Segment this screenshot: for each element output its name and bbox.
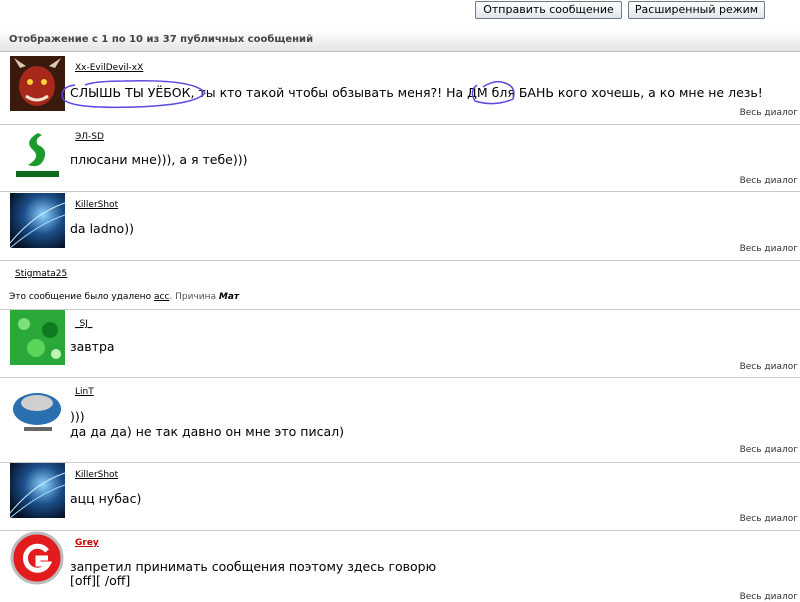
- author-link[interactable]: Grey: [75, 538, 99, 548]
- author-link[interactable]: KillerShot: [75, 200, 118, 210]
- message-row: LinT ))) да да да) не так давно он мне э…: [0, 378, 800, 463]
- author-link[interactable]: ЭЛ-SD: [75, 132, 104, 142]
- author-link[interactable]: LinT: [75, 387, 94, 397]
- advanced-mode-button[interactable]: Расширенный режим: [628, 1, 765, 19]
- message-row: _SJ_ завтра Весь диалог: [0, 310, 800, 378]
- message-text-line2: да да да) не так давно он мне это писал): [70, 424, 344, 439]
- full-dialog-link[interactable]: Весь диалог: [740, 176, 798, 186]
- message-text: завтра: [70, 339, 115, 354]
- author-link[interactable]: _SJ_: [75, 319, 92, 329]
- deleted-prefix: Это сообщение было удалено: [9, 292, 152, 302]
- message-text-line1: ))): [70, 409, 85, 424]
- message-text: ацц нубас): [70, 491, 142, 506]
- message-text: da ladno)): [70, 221, 134, 236]
- deleted-message-row: Stigmata25 Это сообщение было удалено ac…: [0, 261, 800, 310]
- top-toolbar: Отправить сообщение Расширенный режим: [0, 0, 800, 22]
- message-row: Xx-EvilDevil-xX СЛЫШЬ ТЫ УЁБОК, ты кто т…: [0, 53, 800, 125]
- avatar-sj: [10, 310, 65, 365]
- send-message-button[interactable]: Отправить сообщение: [475, 1, 622, 19]
- full-dialog-link[interactable]: Весь диалог: [740, 244, 798, 254]
- avatar-lint: [10, 379, 65, 434]
- full-dialog-link[interactable]: Весь диалог: [740, 108, 798, 118]
- message-row: Grey запретил принимать сообщения поэтом…: [0, 531, 800, 602]
- avatar-grey: [10, 531, 65, 586]
- scribble-annotation: [61, 80, 515, 109]
- author-link[interactable]: Xx-EvilDevil-xX: [75, 63, 143, 73]
- avatar-killershot: [10, 193, 65, 248]
- deleted-notice: Это сообщение было удалено acc. Причина …: [9, 292, 239, 302]
- full-dialog-link[interactable]: Весь диалог: [740, 362, 798, 372]
- author-link[interactable]: Stigmata25: [15, 269, 67, 279]
- reason-label: . Причина: [169, 292, 216, 302]
- avatar-razer: [10, 127, 65, 182]
- moderator-link[interactable]: acc: [154, 292, 169, 302]
- message-text-line2: [off][ /off]: [70, 573, 131, 588]
- message-text-line1: запретил принимать сообщения поэтому зде…: [70, 559, 437, 574]
- reason-value: Мат: [218, 292, 240, 302]
- avatar-killershot: [10, 463, 65, 518]
- messages-info-bar: Отображение с 1 по 10 из 37 публичных со…: [0, 30, 800, 52]
- message-row: ЭЛ-SD плюсани мне))), а я тебе))) Весь д…: [0, 125, 800, 192]
- message-text: плюсани мне))), а я тебе))): [70, 152, 248, 167]
- full-dialog-link[interactable]: Весь диалог: [740, 592, 798, 602]
- message-row: KillerShot ацц нубас) Весь диалог: [0, 463, 800, 531]
- author-link[interactable]: KillerShot: [75, 470, 118, 480]
- full-dialog-link[interactable]: Весь диалог: [740, 445, 798, 455]
- message-row: KillerShot da ladno)) Весь диалог: [0, 192, 800, 261]
- full-dialog-link[interactable]: Весь диалог: [740, 514, 798, 524]
